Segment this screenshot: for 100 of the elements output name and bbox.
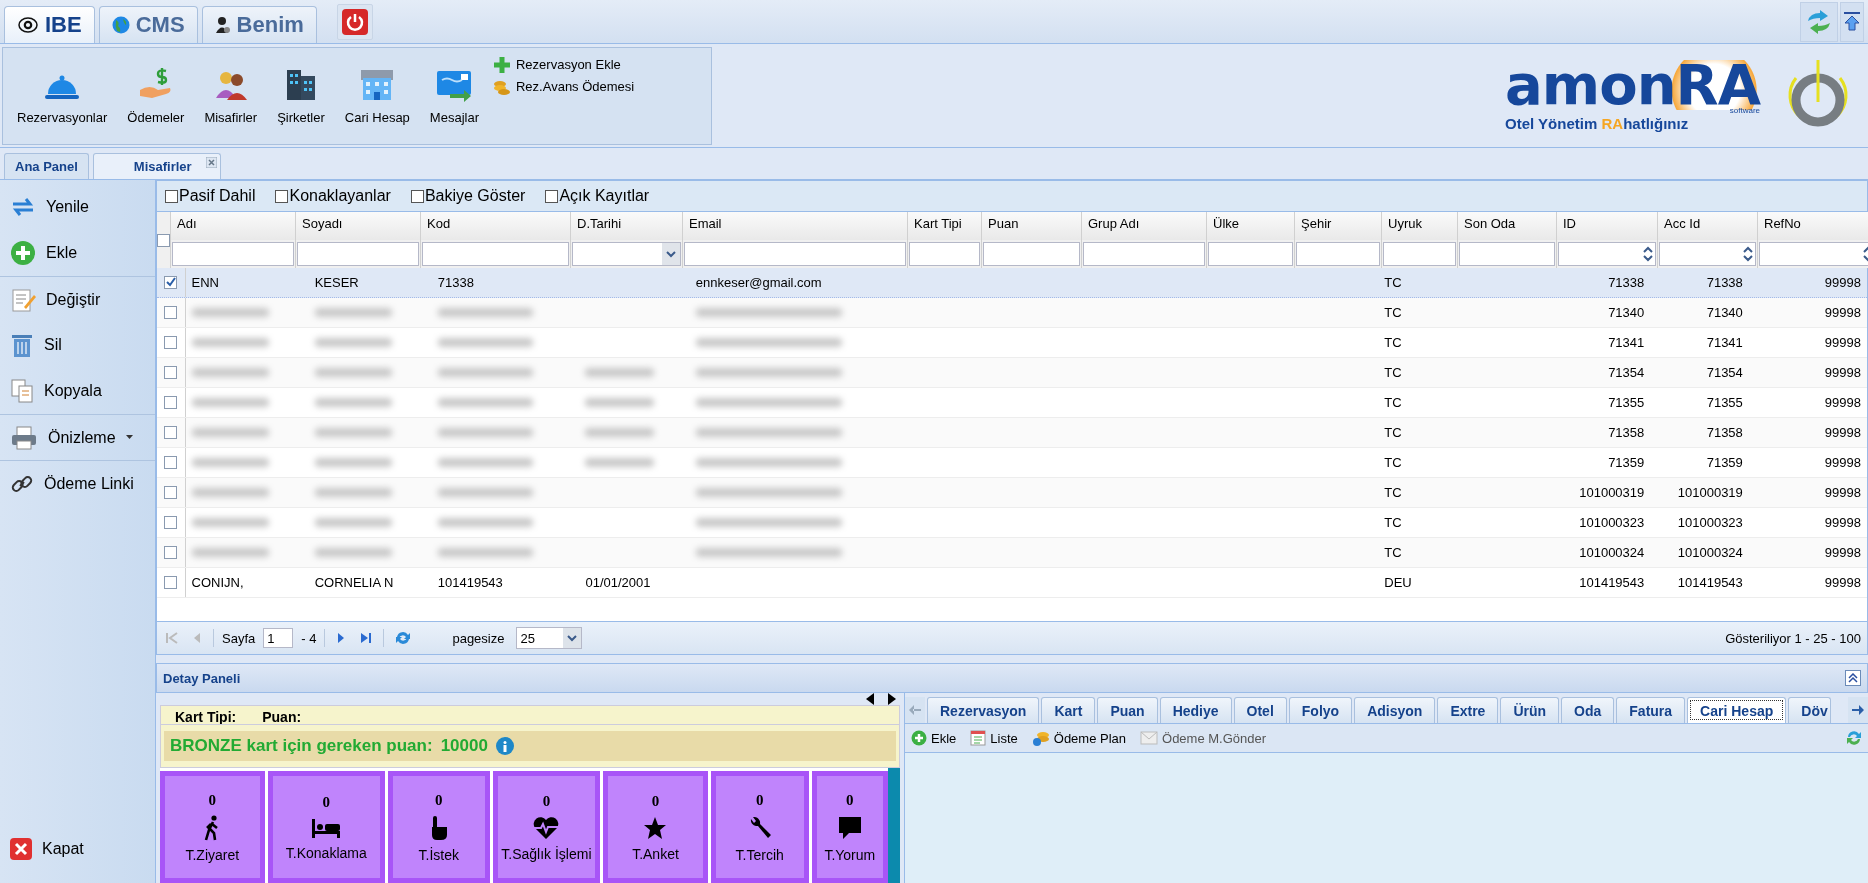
stat-tile[interactable]: 0 T.Sağlık İşlemi — [492, 771, 601, 883]
edit-icon[interactable] — [10, 286, 36, 313]
stat-tile[interactable]: 0 T.Yorum — [811, 771, 888, 883]
column-header[interactable]: Şehir — [1295, 212, 1382, 240]
close-button[interactable]: Kapat — [0, 826, 155, 872]
stat-tile[interactable]: 0 T.Konaklama — [267, 771, 385, 883]
sidebar-button[interactable]: Sil — [0, 322, 155, 368]
refresh-icon[interactable] — [10, 195, 36, 219]
row-checkbox[interactable] — [164, 336, 178, 349]
column-header[interactable]: Soyadı — [296, 212, 421, 240]
column-header[interactable]: RefNo — [1758, 212, 1868, 240]
row-checkbox[interactable] — [164, 276, 178, 289]
page-field[interactable]: 1 — [263, 628, 294, 648]
ribbon-button[interactable]: Misafirler — [194, 58, 268, 133]
detail-tab[interactable]: Extre — [1437, 697, 1499, 723]
app-tab[interactable]: IBE — [4, 6, 95, 43]
column-header[interactable]: Acc Id — [1658, 212, 1758, 240]
toolbar-button[interactable]: Liste — [970, 730, 1018, 746]
column-header[interactable]: Kart Tipi — [908, 212, 982, 240]
collapse-button[interactable] — [1845, 670, 1861, 686]
detail-tab[interactable]: Puan — [1097, 697, 1158, 723]
row-checkbox[interactable] — [164, 396, 178, 409]
toolbar-button[interactable]: Ekle — [911, 730, 957, 746]
checkbox[interactable] — [165, 189, 178, 203]
sidebar-button[interactable]: Kopyala — [0, 368, 155, 414]
column-header[interactable]: Puan — [982, 212, 1082, 240]
filter-checkbox[interactable]: Bakiye Göster — [410, 187, 526, 205]
row-checkbox[interactable] — [164, 426, 178, 439]
table-row[interactable]: TC 71354 71354 99998 — [157, 358, 1867, 388]
sidebar-button[interactable]: Yenile — [0, 184, 155, 230]
checkbox[interactable] — [545, 189, 559, 203]
filter-field[interactable] — [172, 242, 294, 266]
filter-field[interactable] — [909, 242, 980, 266]
row-checkbox[interactable] — [164, 516, 178, 529]
pagesize-dropdown[interactable]: 25 — [516, 627, 583, 649]
scroll-right-button[interactable] — [1848, 697, 1868, 723]
app-tab[interactable]: CMS — [98, 6, 198, 43]
filter-field[interactable] — [1383, 242, 1456, 266]
filter-field[interactable] — [1083, 242, 1205, 266]
page-tab[interactable]: Misafirler — [92, 153, 221, 179]
column-header[interactable]: Email — [683, 212, 908, 240]
stat-tile[interactable]: 0 T.Anket — [603, 771, 708, 883]
number-filter-field[interactable] — [1659, 242, 1756, 266]
ribbon-link[interactable]: Rez.Avans Ödemesi — [493, 77, 635, 96]
filter-field[interactable] — [422, 242, 569, 266]
sidebar-button[interactable]: Değiştir — [0, 276, 155, 322]
table-row[interactable]: TC 101000324 101000324 99998 — [157, 538, 1867, 568]
stat-tile[interactable]: 0 T.Tercih — [710, 771, 809, 883]
e-logo-icon[interactable] — [17, 16, 39, 34]
filter-field[interactable] — [297, 242, 419, 266]
stat-tile[interactable]: 0 T.Ziyaret — [160, 771, 265, 883]
column-header[interactable]: Kod — [421, 212, 571, 240]
row-checkbox[interactable] — [164, 456, 178, 469]
globe-icon[interactable] — [111, 16, 130, 34]
app-tab[interactable]: Benim — [201, 6, 317, 43]
checkbox[interactable] — [275, 189, 289, 203]
detail-tab[interactable]: Hediye — [1159, 697, 1232, 723]
filter-field[interactable] — [684, 242, 906, 266]
table-row[interactable]: TC 101000319 101000319 99998 — [157, 478, 1867, 508]
copy-icon[interactable] — [10, 378, 34, 404]
plus-icon[interactable] — [10, 240, 36, 266]
number-filter-field[interactable] — [1759, 242, 1868, 266]
refresh-icon[interactable] — [1846, 730, 1862, 746]
sidebar-button[interactable]: Önizleme — [0, 414, 155, 460]
date-filter-field[interactable] — [572, 242, 681, 266]
info-icon[interactable] — [495, 737, 514, 755]
detail-tab[interactable]: Cari Hesap — [1687, 697, 1787, 723]
stat-tile[interactable]: 0 T.İstek — [387, 771, 490, 883]
detail-tab[interactable]: Otel — [1233, 697, 1287, 723]
trash-icon[interactable] — [10, 332, 34, 358]
detail-tab[interactable]: Oda — [1561, 697, 1615, 723]
number-filter-field[interactable] — [1558, 242, 1656, 266]
column-header[interactable]: Grup Adı — [1082, 212, 1207, 240]
ribbon-button[interactable]: Şirketler — [267, 58, 335, 133]
filter-field[interactable] — [1296, 242, 1380, 266]
detail-tab[interactable]: Kart — [1041, 697, 1096, 723]
ribbon-button[interactable]: Cari Hesap — [334, 58, 420, 133]
row-checkbox[interactable] — [164, 486, 178, 499]
scroll-left-button[interactable] — [905, 697, 925, 723]
row-checkbox[interactable] — [164, 366, 178, 379]
detail-tab[interactable]: Döv — [1788, 697, 1831, 723]
column-header[interactable]: Ülke — [1207, 212, 1295, 240]
row-checkbox[interactable] — [164, 306, 178, 319]
power-button[interactable] — [336, 3, 373, 40]
left-arrow-icon[interactable] — [866, 693, 875, 705]
column-header[interactable]: Adı — [171, 212, 296, 240]
row-checkbox[interactable] — [164, 576, 178, 589]
sidebar-button[interactable]: Ödeme Linki — [0, 460, 155, 506]
toolbar-button[interactable]: Ödeme Plan — [1031, 730, 1127, 746]
scroll-top-button[interactable] — [1840, 1, 1864, 42]
printer-icon[interactable] — [10, 424, 38, 451]
row-checkbox[interactable] — [164, 546, 178, 559]
filter-checkbox[interactable]: Pasif Dahil — [165, 187, 256, 205]
filter-field[interactable] — [1459, 242, 1555, 266]
detail-tab[interactable]: Rezervasyon — [927, 697, 1040, 723]
page-tab[interactable]: Ana Panel — [4, 153, 89, 179]
table-row[interactable]: TC 71358 71358 99998 — [157, 418, 1867, 448]
column-header[interactable]: Son Oda — [1458, 212, 1557, 240]
column-header[interactable]: Uyruk — [1382, 212, 1458, 240]
ribbon-button[interactable]: Rezervasyonlar — [7, 58, 118, 133]
